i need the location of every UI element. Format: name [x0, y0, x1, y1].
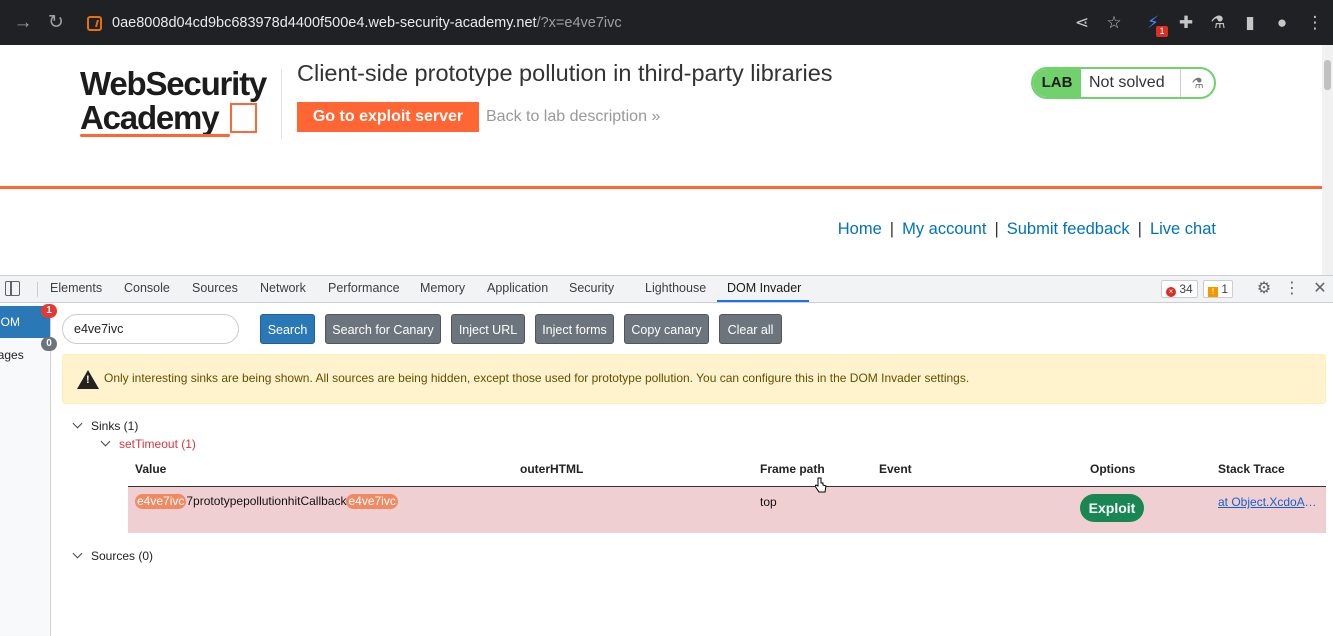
inject-url-button[interactable]: Inject URL: [451, 314, 525, 344]
canary-highlight: e4ve7ivc: [135, 494, 187, 509]
lab-status-widget: LAB Not solved ⚗: [1031, 67, 1216, 99]
address-bar[interactable]: 0ae8008d04cd9bc683978d4400f500e4.web-sec…: [77, 8, 1137, 39]
warning-flag-icon: !: [1208, 287, 1218, 297]
clear-all-button[interactable]: Clear all: [719, 314, 782, 344]
url-text[interactable]: 0ae8008d04cd9bc683978d4400f500e4.web-sec…: [112, 15, 622, 31]
browser-toolbar: → ↻ 0ae8008d04cd9bc683978d4400f500e4.web…: [0, 0, 1333, 45]
flask-icon: ⚗: [1180, 69, 1214, 97]
double-chevron-right-icon: »: [651, 108, 661, 125]
hand-cursor-icon: [815, 477, 827, 493]
nav-submit-feedback[interactable]: Submit feedback: [1007, 220, 1130, 238]
devtools-panel: Elements Console Sources Network Perform…: [0, 275, 1333, 636]
tab-dom-invader[interactable]: DOM Invader: [727, 281, 801, 295]
header-rule: [0, 186, 1322, 189]
share-icon[interactable]: ⋖: [1072, 13, 1092, 33]
exploit-button[interactable]: Exploit: [1080, 494, 1144, 522]
stack-trace-link[interactable]: at Object.XcdoAwaitTimeout: [1218, 495, 1318, 509]
column-options: Options: [1090, 462, 1136, 476]
header-divider: [281, 69, 282, 139]
error-icon: ×: [1166, 287, 1176, 297]
canary-search-input[interactable]: [62, 314, 239, 344]
column-event: Event: [879, 462, 912, 476]
nav-my-account[interactable]: My account: [902, 220, 986, 238]
nav-live-chat[interactable]: Live chat: [1150, 220, 1216, 238]
canary-highlight: e4ve7ivc: [346, 494, 398, 509]
column-outerhtml: outerHTML: [520, 462, 584, 476]
logo-bolt-icon: [230, 103, 257, 133]
nav-home[interactable]: Home: [838, 220, 882, 238]
sink-settimeout-label[interactable]: setTimeout (1): [119, 437, 196, 451]
profile-avatar-icon[interactable]: ●: [1272, 13, 1292, 33]
page-scrollbar[interactable]: [1322, 45, 1333, 275]
row-value: e4ve7ivc 7prototypepollutionhitCallback e4…: [135, 494, 398, 509]
extensions-puzzle-icon[interactable]: ✚: [1176, 13, 1196, 33]
column-value: Value: [135, 462, 167, 476]
browser-menu-icon[interactable]: ⋮: [1305, 13, 1325, 33]
device-toolbar-icon[interactable]: [5, 281, 20, 296]
tab-performance[interactable]: Performance: [328, 281, 400, 295]
tab-network[interactable]: Network: [260, 281, 306, 295]
lab-tag: LAB: [1033, 69, 1081, 97]
site-info-icon[interactable]: [87, 16, 102, 31]
tab-application[interactable]: Application: [487, 281, 548, 295]
chevron-down-icon[interactable]: [72, 548, 83, 559]
bookmark-star-icon[interactable]: ☆: [1104, 13, 1124, 33]
back-to-lab-description-link[interactable]: Back to lab description »: [486, 108, 660, 126]
copy-canary-button[interactable]: Copy canary: [624, 314, 709, 344]
extension-badge: 1: [1156, 26, 1168, 37]
chevron-down-icon[interactable]: [100, 436, 111, 447]
web-page: WebSecurity Academy Client-side prototyp…: [0, 45, 1322, 275]
more-options-icon[interactable]: ⋮: [1283, 280, 1301, 298]
warning-triangle-icon: [77, 370, 99, 389]
tab-lighthouse[interactable]: Lighthouse: [645, 281, 706, 295]
logo-underline: [80, 134, 230, 137]
tab-console[interactable]: Console: [124, 281, 170, 295]
messages-count-badge: 0: [41, 337, 57, 351]
top-navigation: Home | My account | Submit feedback | Live cha…: [837, 220, 1216, 238]
tab-elements[interactable]: Elements: [50, 281, 102, 295]
settings-gear-icon[interactable]: ⚙: [1255, 280, 1273, 298]
reload-icon[interactable]: ↻: [45, 12, 67, 34]
sources-hidden-warning: Only interesting sinks are being shown. …: [62, 354, 1326, 404]
lab-title: Client-side prototype pollution in third…: [297, 60, 833, 86]
side-panel-icon[interactable]: ▮: [1240, 13, 1260, 33]
dom-count-badge: 1: [41, 304, 57, 318]
scrollbar-thumb[interactable]: [1324, 60, 1331, 90]
active-tab-indicator: [717, 300, 809, 302]
sinks-label[interactable]: Sinks (1): [91, 419, 138, 433]
forward-icon[interactable]: →: [12, 12, 34, 34]
devtools-tab-bar: Elements Console Sources Network Perform…: [0, 276, 1333, 303]
chevron-down-icon[interactable]: [72, 418, 83, 429]
lab-status: Not solved: [1089, 74, 1165, 91]
row-frame-path: top: [760, 495, 777, 509]
search-button[interactable]: Search: [260, 314, 315, 344]
inject-forms-button[interactable]: Inject forms: [535, 314, 614, 344]
web-security-academy-logo[interactable]: WebSecurity Academy: [80, 67, 280, 139]
search-for-canary-button[interactable]: Search for Canary: [325, 314, 441, 344]
dom-invader-sidebar: DOM Messages: [0, 304, 51, 636]
close-devtools-icon[interactable]: ✕: [1311, 280, 1329, 298]
sources-label[interactable]: Sources (0): [91, 549, 153, 563]
exploit-server-button[interactable]: Go to exploit server: [297, 102, 479, 132]
column-frame-path: Frame path: [760, 462, 825, 476]
warning-counter[interactable]: ! 1: [1203, 280, 1234, 298]
error-counter[interactable]: × 34: [1161, 280, 1198, 298]
labs-flask-icon[interactable]: ⚗: [1208, 13, 1228, 33]
tab-security[interactable]: Security: [569, 281, 614, 295]
tab-memory[interactable]: Memory: [420, 281, 465, 295]
column-stack-trace: Stack Trace: [1218, 462, 1285, 476]
tab-sources[interactable]: Sources: [192, 281, 238, 295]
